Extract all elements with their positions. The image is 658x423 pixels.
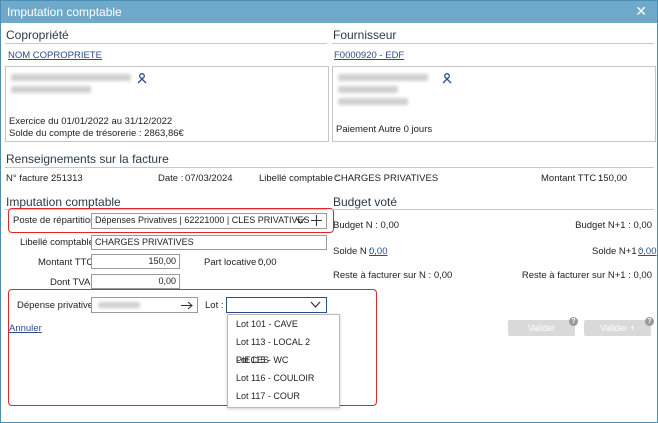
close-icon[interactable]: ✕ [635, 3, 647, 20]
poste-value: Dépenses Privatives | 62221000 | CLES PR… [95, 215, 310, 225]
help-icon[interactable]: ? [645, 317, 654, 326]
redacted-text [11, 74, 131, 81]
facture-montant-value: 150,00 [598, 173, 628, 184]
paiement-text: Paiement Autre 0 jours [336, 124, 433, 135]
chevron-down-icon[interactable] [295, 217, 306, 225]
divider [5, 43, 327, 44]
copropriete-card: Exercice du 01/01/2022 au 31/12/2022 Sol… [5, 66, 329, 142]
facture-heading: Renseignements sur la facture [6, 152, 169, 166]
lot-option[interactable]: Lot 117 - COUR [228, 387, 339, 405]
window-title: Imputation comptable [7, 5, 122, 19]
reste-n1: Reste à facturer sur N+1 : 0,00 [521, 270, 652, 281]
chevron-down-icon[interactable] [310, 301, 321, 309]
facture-date-value: 07/03/2024 [185, 173, 233, 184]
solde-n-link[interactable]: 0,00 [369, 246, 388, 257]
valider-button[interactable]: Valider [508, 320, 575, 336]
tva-label: Dont TVA : [50, 277, 96, 288]
fournisseur-link[interactable]: F0000920 - EDF [334, 50, 404, 61]
lot-option[interactable]: Lot 101 - CAVE [228, 315, 339, 333]
facture-montant-label: Montant TTC : [541, 173, 602, 184]
copropriete-heading: Copropriété [6, 28, 69, 42]
lot-option[interactable]: Lot 116 - COULOIR [228, 369, 339, 387]
reste-n: Reste à facturer sur N : 0,00 [333, 270, 453, 281]
budget-heading: Budget voté [333, 195, 398, 209]
facture-numero-label: N° facture : [6, 173, 54, 184]
divider [332, 209, 654, 210]
lot-select[interactable] [226, 297, 327, 313]
title-bar: Imputation comptable ✕ [1, 1, 657, 23]
imputation-heading: Imputation comptable [6, 195, 121, 209]
redacted-text [338, 74, 428, 81]
redacted-text [98, 302, 140, 308]
depense-label: Dépense privative : [17, 300, 99, 311]
lot-label: Lot : [205, 300, 224, 311]
solde-text: Solde du compte de trésorerie : 2863,86€ [9, 128, 184, 139]
person-icon[interactable] [137, 73, 147, 84]
poste-select[interactable]: Dépenses Privatives | 62221000 | CLES PR… [91, 213, 327, 229]
budget-n1: Budget N+1 : 0,00 [575, 220, 652, 231]
part-locative-value: 0,00 [258, 257, 277, 268]
lot-option[interactable]: Lot 113 - LOCAL 2 PIECES [228, 333, 339, 365]
dialog-window: Imputation comptable ✕ Copropriété NOM C… [0, 0, 658, 423]
tva-input[interactable]: 0,00 [91, 274, 180, 289]
copropriete-link[interactable]: NOM COPROPRIETE [8, 50, 102, 61]
facture-libelle-label: Libellé comptable : [259, 173, 339, 184]
redacted-text [338, 98, 408, 105]
divider [5, 167, 654, 168]
solde-n1-label: Solde N+1 : [592, 246, 642, 257]
montant-input[interactable]: 150,00 [91, 254, 180, 269]
lot-option[interactable]: Lot 115 - WC [228, 351, 339, 369]
fournisseur-heading: Fournisseur [333, 28, 397, 42]
montant-label: Montant TTC : [38, 257, 99, 268]
person-icon[interactable] [442, 73, 452, 84]
exercice-text: Exercice du 01/01/2022 au 31/12/2022 [9, 116, 173, 127]
facture-date-label: Date : [158, 173, 184, 184]
solde-n1-link[interactable]: 0,00 [638, 246, 657, 257]
annuler-link[interactable]: Annuler [9, 323, 42, 334]
fournisseur-card: Paiement Autre 0 jours [332, 66, 656, 142]
solde-n-label: Solde N : [333, 246, 373, 257]
add-icon[interactable] [311, 215, 322, 226]
budget-n: Budget N : 0,00 [333, 220, 400, 231]
redacted-text [11, 86, 91, 93]
libelle-label: Libellé comptable : [20, 237, 100, 248]
divider [332, 43, 654, 44]
help-icon[interactable]: ? [569, 317, 578, 326]
part-locative-label: Part locative : [204, 257, 262, 268]
arrow-right-icon[interactable] [181, 301, 193, 310]
facture-numero-value: 251313 [51, 173, 83, 184]
poste-label: Poste de répartition : [13, 215, 101, 226]
valider-plus-button[interactable]: Valider + [584, 320, 651, 336]
lot-dropdown-list: Lot 101 - CAVE Lot 113 - LOCAL 2 PIECES … [227, 314, 340, 408]
libelle-input[interactable]: CHARGES PRIVATIVES [91, 235, 327, 250]
depense-input[interactable] [91, 297, 198, 313]
redacted-text [338, 86, 398, 93]
facture-libelle-value: CHARGES PRIVATIVES [334, 173, 439, 184]
